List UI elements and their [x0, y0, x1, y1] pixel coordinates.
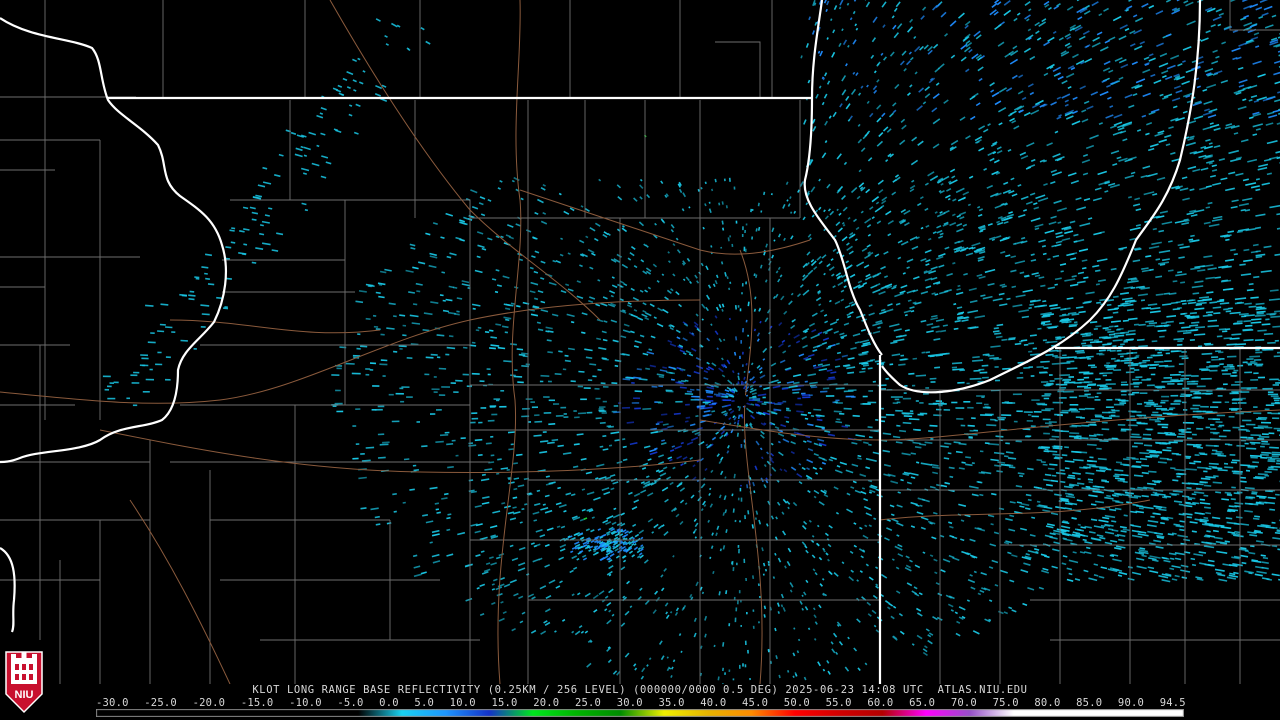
colorbar-label: 50.0 [783, 697, 810, 709]
colorbar-label: -5.0 [337, 697, 364, 709]
logo-text: NIU [15, 689, 34, 701]
niu-logo-icon: NIU [5, 651, 43, 714]
colorbar-label: 90.0 [1117, 697, 1145, 709]
colorbar-label: 45.0 [742, 697, 769, 709]
radar-site-dot [734, 393, 748, 407]
colorbar-label: 65.0 [909, 697, 936, 709]
colorbar-labels: -30.0 -25.0 -20.0 -15.0 -10.0 -5.0 0.0 5.0 10.0 1… [96, 697, 1186, 709]
radar-map [0, 0, 1280, 684]
colorbar-label: 94.5 [1159, 697, 1186, 709]
colorbar-label: 80.0 [1034, 697, 1061, 709]
colorbar-label: 25.0 [574, 697, 602, 709]
colorbar-label: 75.0 [992, 697, 1019, 709]
colorbar-label: 30.0 [616, 697, 643, 709]
colorbar-label: 15.0 [491, 697, 518, 709]
colorbar-label: 10.0 [449, 697, 476, 709]
reflectivity-colorbar [96, 709, 1184, 717]
product-caption: KLOT LONG RANGE BASE REFLECTIVITY (0.25K… [252, 684, 1028, 696]
colorbar-label: 60.0 [867, 697, 894, 709]
colorbar-label: 5.0 [414, 697, 434, 709]
colorbar-label: 35.0 [658, 697, 685, 709]
reflectivity-echoes [102, 0, 1280, 684]
colorbar-label: -30.0 [96, 697, 129, 709]
colorbar-label: -25.0 [144, 697, 177, 709]
colorbar-label: 55.0 [825, 697, 852, 709]
colorbar-label: 0.0 [379, 697, 399, 709]
colorbar-label: -20.0 [192, 697, 226, 709]
colorbar-label: 40.0 [700, 697, 727, 709]
colorbar-label: -15.0 [240, 697, 274, 709]
colorbar-label: 70.0 [950, 697, 977, 709]
colorbar-label: -10.0 [289, 697, 322, 709]
colorbar-label: 85.0 [1076, 697, 1103, 709]
colorbar-label: 20.0 [533, 697, 560, 709]
